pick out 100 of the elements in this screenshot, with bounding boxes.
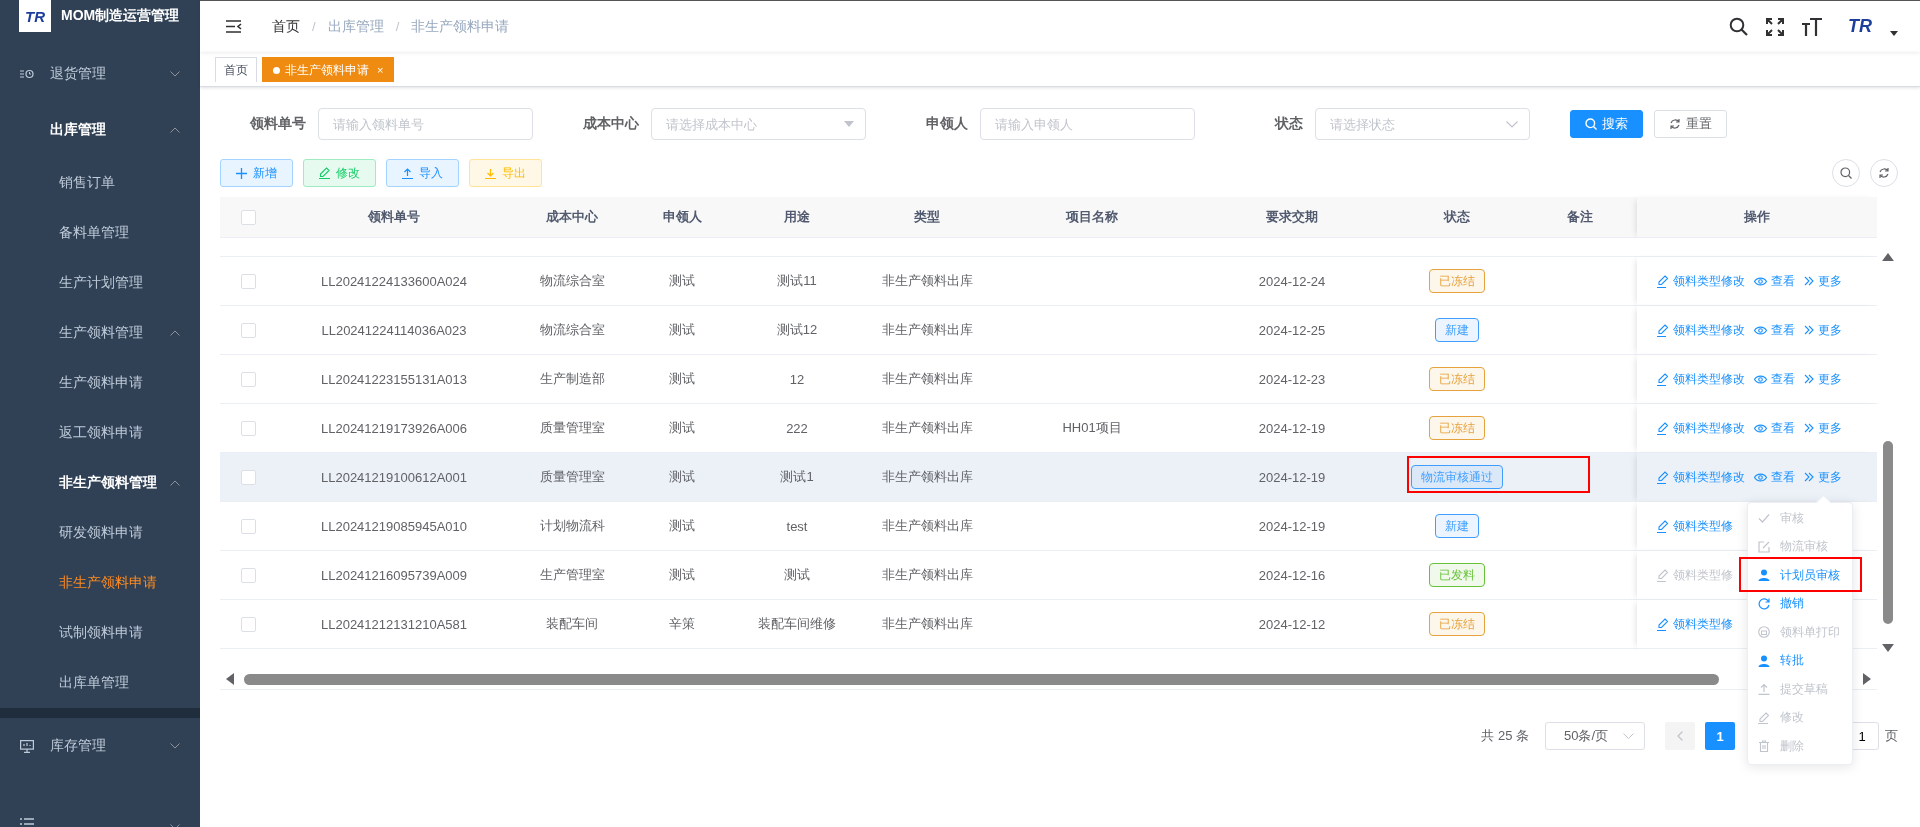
input-field[interactable]: 请输入领料单号 bbox=[318, 108, 533, 140]
page-size-select[interactable]: 50条/页 bbox=[1545, 722, 1645, 750]
page-tab[interactable]: 非生产领料申请 × bbox=[262, 57, 395, 82]
page-suffix: 页 bbox=[1885, 727, 1898, 745]
view-link[interactable]: 查看 bbox=[1754, 272, 1795, 290]
column-header: 领料单号 bbox=[276, 197, 512, 238]
edit-icon bbox=[1758, 540, 1770, 553]
checkbox[interactable] bbox=[240, 616, 256, 632]
edit-link[interactable]: 领料类型修 bbox=[1657, 615, 1733, 633]
table-cell: 非生产领料出库 bbox=[881, 566, 973, 584]
table-cell: 测试 bbox=[669, 321, 695, 339]
reset-button[interactable]: 重置 bbox=[1654, 110, 1727, 138]
menu-item[interactable]: 出库单管理 bbox=[0, 658, 200, 708]
app-title: MOM制造运营管理 bbox=[61, 7, 180, 25]
view-link[interactable]: 查看 bbox=[1754, 419, 1795, 437]
checkbox[interactable] bbox=[240, 371, 256, 387]
hovered-row[interactable]: LL20241219100612A001 质量管理室 测试 测试1 非生产领料出库 2024-12-19 物流审核通过 领料类型修改 查看 更多 bbox=[220, 453, 1877, 502]
breadcrumb-link[interactable]: 首页 bbox=[272, 17, 300, 36]
scroll-right-icon[interactable] bbox=[1863, 673, 1871, 685]
menu-item[interactable]: 生产计划管理 bbox=[0, 258, 200, 308]
table-row[interactable]: LL20241224114036A023 物流综合室 测试 测试12 非生产领料出库 2024-12-25 新建 领料类型修改 查看 更多 bbox=[220, 306, 1877, 355]
fullscreen-icon[interactable] bbox=[1766, 17, 1784, 36]
page-tab[interactable]: 首页 bbox=[215, 57, 257, 82]
menu-item[interactable]: 退货管理 bbox=[0, 46, 200, 102]
table-cell: 2024-12-23 bbox=[1258, 371, 1326, 387]
scrollbar-thumb[interactable] bbox=[244, 673, 1719, 685]
table-row[interactable]: LL20241224133600A024 物流综合室 测试 测试11 非生产领料出库 2024-12-24 已冻结 领料类型修改 查看 更多 bbox=[220, 257, 1877, 306]
eye-icon bbox=[1754, 325, 1767, 335]
pen-icon bbox=[1758, 711, 1770, 724]
table-cell: 辛策 bbox=[669, 615, 695, 633]
menu-item[interactable]: 出库管理 bbox=[0, 102, 200, 158]
more-link[interactable]: 更多 bbox=[1804, 419, 1842, 437]
select-field[interactable]: 请选择成本中心 bbox=[651, 108, 866, 140]
checkbox[interactable] bbox=[240, 209, 256, 225]
select-field[interactable]: 请选择状态 bbox=[1315, 108, 1530, 140]
plus-icon bbox=[236, 167, 247, 179]
edit-link[interactable]: 领料类型修改 bbox=[1657, 468, 1745, 486]
table-cell: 222 bbox=[786, 420, 808, 436]
menu-item[interactable]: 非生产领料管理 bbox=[0, 458, 200, 508]
table-cell: LL20241219085945A010 bbox=[320, 518, 467, 534]
table-cell: 非生产领料出库 bbox=[881, 370, 973, 388]
table-cell: 非生产领料出库 bbox=[881, 272, 973, 290]
menu-item[interactable]: 非生产领料申请 bbox=[0, 558, 200, 608]
trash-icon bbox=[1758, 740, 1770, 753]
table-cell: 物流综合室 bbox=[539, 321, 605, 339]
avatar-logo[interactable]: TR bbox=[1848, 16, 1872, 37]
checkbox[interactable] bbox=[240, 567, 256, 583]
pen-icon bbox=[319, 167, 330, 179]
upload-icon bbox=[1758, 683, 1770, 696]
view-link[interactable]: 查看 bbox=[1754, 370, 1795, 388]
menu-item[interactable]: 返工领料申请 bbox=[0, 408, 200, 458]
menu-item[interactable]: 生产领料申请 bbox=[0, 358, 200, 408]
double-chevron-icon bbox=[1804, 374, 1814, 384]
menu-icon[interactable] bbox=[226, 20, 242, 33]
menu-item[interactable]: 备料单管理 bbox=[0, 208, 200, 258]
menu-item[interactable]: 生产领料管理 bbox=[0, 308, 200, 358]
more-link[interactable]: 更多 bbox=[1804, 468, 1842, 486]
scroll-left-icon[interactable] bbox=[226, 673, 234, 685]
pen-icon bbox=[1657, 617, 1669, 631]
table-cell: 测试 bbox=[669, 272, 695, 290]
checkbox[interactable] bbox=[240, 518, 256, 534]
input-field[interactable]: 请输入申领人 bbox=[980, 108, 1195, 140]
scroll-down-icon[interactable] bbox=[1881, 644, 1894, 652]
menu-item[interactable]: 试制领料申请 bbox=[0, 608, 200, 658]
checkbox[interactable] bbox=[240, 420, 256, 436]
column-header: 类型 bbox=[862, 197, 992, 238]
checkbox[interactable] bbox=[240, 469, 256, 485]
column-header: 操作 bbox=[1637, 197, 1877, 238]
scrollbar-thumb[interactable] bbox=[1882, 440, 1893, 625]
edit-link[interactable]: 领料类型修改 bbox=[1657, 370, 1745, 388]
edit-button[interactable]: 修改 bbox=[303, 159, 376, 187]
font-size-icon[interactable] bbox=[1802, 17, 1822, 36]
table-row[interactable]: LL20241219173926A006 质量管理室 测试 222 非生产领料出库 HH01项目 2024-12-19 已冻结 领料类型修改 查看 更多 bbox=[220, 404, 1877, 453]
edit-link[interactable]: 领料类型修改 bbox=[1657, 272, 1745, 290]
pen-icon bbox=[1657, 274, 1669, 288]
scroll-up-icon[interactable] bbox=[1881, 253, 1894, 261]
more-link[interactable]: 更多 bbox=[1804, 272, 1842, 290]
table-row[interactable]: LL20241223155131A013 生产制造部 测试 12 非生产领料出库 2024-12-23 已冻结 领料类型修改 查看 更多 bbox=[220, 355, 1877, 404]
menu-option[interactable]: 转批 bbox=[1748, 646, 1852, 675]
menu-item[interactable]: 研发领料申请 bbox=[0, 508, 200, 558]
caret-icon[interactable] bbox=[1890, 31, 1898, 36]
edit-link[interactable]: 领料类型修改 bbox=[1657, 419, 1745, 437]
search-icon[interactable] bbox=[1729, 17, 1748, 36]
view-link[interactable]: 查看 bbox=[1754, 321, 1795, 339]
table-cell: 生产制造部 bbox=[539, 370, 605, 388]
edit-link[interactable]: 领料类型修改 bbox=[1657, 321, 1745, 339]
search-button[interactable]: 搜索 bbox=[1570, 110, 1643, 138]
view-link[interactable]: 查看 bbox=[1754, 468, 1795, 486]
table-cell: 12 bbox=[789, 371, 805, 387]
chevron-down-icon bbox=[1506, 121, 1518, 128]
add-button[interactable]: 新增 bbox=[220, 159, 293, 187]
edit-link[interactable]: 领料类型修 bbox=[1657, 517, 1733, 535]
more-link[interactable]: 更多 bbox=[1804, 321, 1842, 339]
menu-item[interactable]: 销售订单 bbox=[0, 158, 200, 208]
import-button[interactable]: 导入 bbox=[386, 159, 459, 187]
checkbox[interactable] bbox=[240, 322, 256, 338]
more-link[interactable]: 更多 bbox=[1804, 370, 1842, 388]
checkbox[interactable] bbox=[240, 273, 256, 289]
menu-item[interactable]: 库存管理 bbox=[0, 718, 200, 774]
page-number-button[interactable]: 1 bbox=[1705, 722, 1735, 750]
